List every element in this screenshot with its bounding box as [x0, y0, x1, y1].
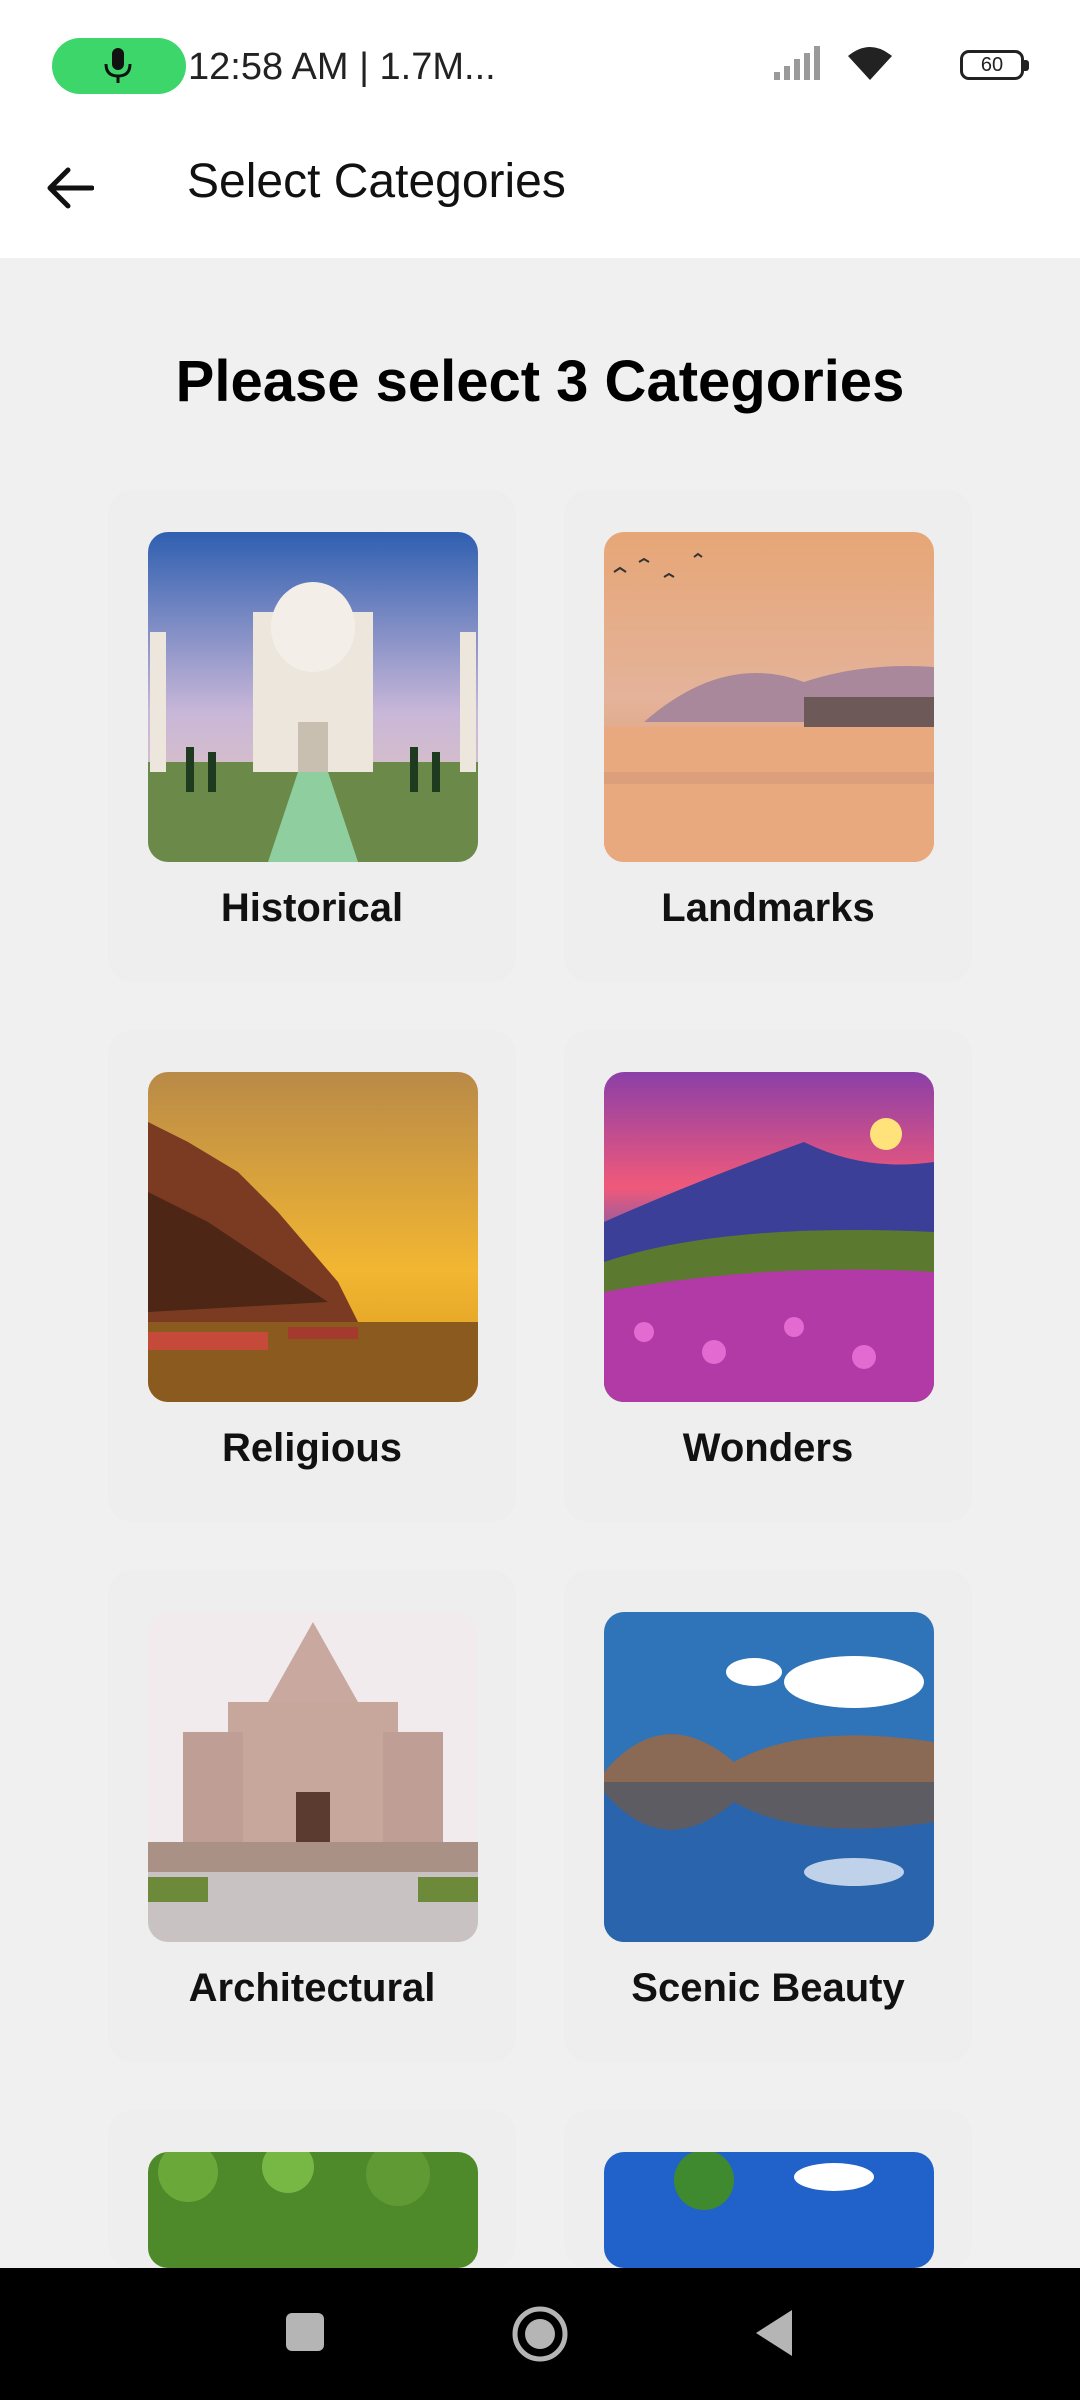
home-button[interactable] — [510, 2304, 570, 2364]
category-card-scenic-beauty[interactable]: Scenic Beauty — [564, 1570, 972, 2062]
category-card-partial-right[interactable] — [564, 2110, 972, 2268]
microphone-icon — [104, 48, 132, 83]
signal-icon — [774, 46, 820, 80]
back-button[interactable] — [36, 154, 106, 224]
system-navigation-bar — [0, 2268, 1080, 2400]
category-image — [604, 2152, 934, 2268]
arrow-left-icon — [47, 167, 94, 209]
mic-indicator[interactable] — [52, 38, 186, 94]
category-card-partial-left[interactable] — [108, 2110, 516, 2268]
category-image — [148, 2152, 478, 2268]
instruction-heading: Please select 3 Categories — [175, 349, 905, 414]
recents-button[interactable] — [286, 2313, 324, 2351]
category-card-landmarks[interactable]: Landmarks — [564, 490, 972, 982]
battery-level: 60 — [980, 54, 1004, 76]
category-card-religious[interactable]: Religious — [108, 1030, 516, 1522]
wifi-icon — [848, 47, 892, 80]
page-title: Select Categories — [187, 155, 566, 208]
category-card-wonders[interactable]: Wonders — [564, 1030, 972, 1522]
landmarks-image — [604, 532, 934, 862]
historical-image — [148, 532, 478, 862]
religious-image — [148, 1072, 478, 1402]
architectural-image — [148, 1612, 478, 1942]
scenic-beauty-image — [604, 1612, 934, 1942]
wonders-image — [604, 1072, 934, 1402]
category-label: Religious — [221, 1426, 403, 1470]
app-bar: Select Categories — [0, 130, 1080, 258]
status-bar: 12:58 AM | 1.7M... 60 — [0, 0, 1080, 130]
category-card-historical[interactable]: Historical — [108, 490, 516, 982]
category-label: Architectural — [188, 1966, 436, 2010]
category-label: Landmarks — [661, 886, 875, 930]
category-card-architectural[interactable]: Architectural — [108, 1570, 516, 2062]
status-time-data: 12:58 AM | 1.7M... — [188, 46, 496, 88]
nav-back-button[interactable] — [752, 2308, 794, 2358]
category-label: Scenic Beauty — [631, 1966, 905, 2010]
category-label: Wonders — [682, 1426, 854, 1470]
category-label: Historical — [220, 886, 404, 930]
battery-icon: 60 — [960, 50, 1029, 80]
